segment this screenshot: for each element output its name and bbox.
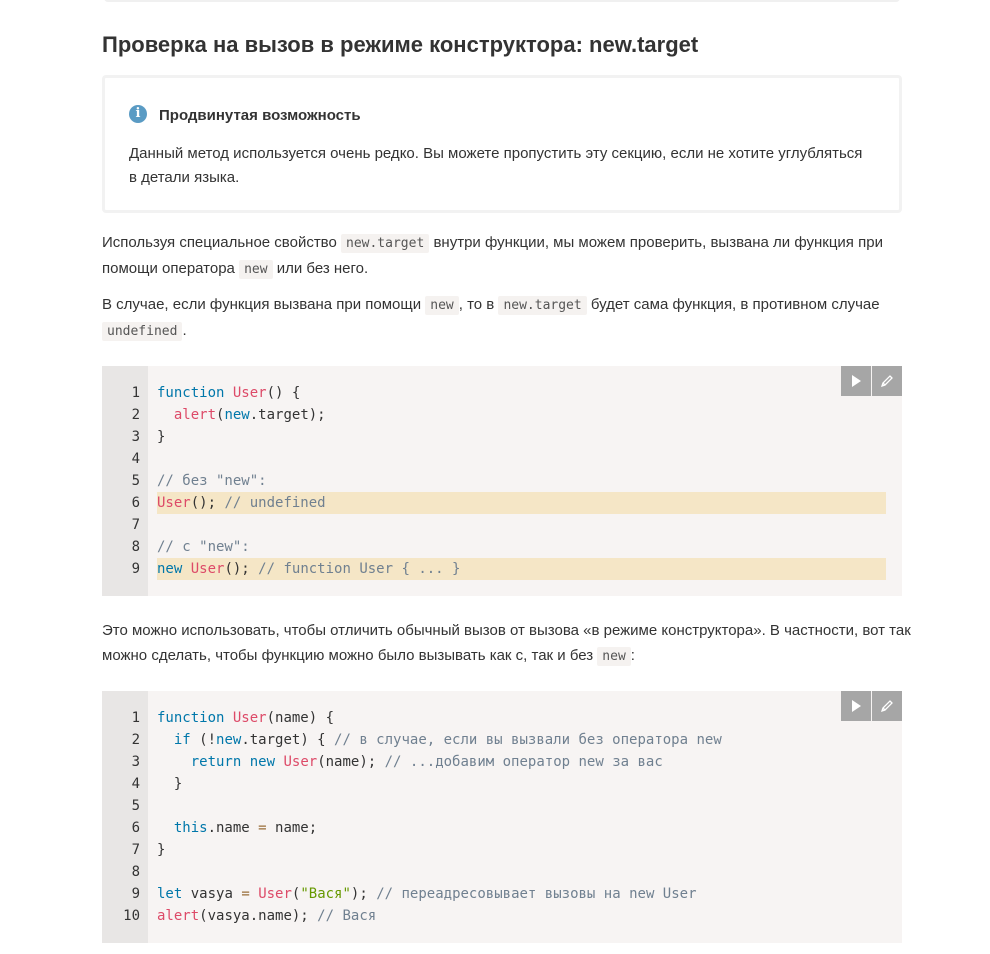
code-text: alert(vasya.name); // Вася [157,908,377,924]
advanced-note: i Продвинутая возможность Данный метод и… [102,75,902,213]
paragraph-2: В случае, если функция вызвана при помощ… [102,296,880,341]
code-text: if (!new.target) { // в случае, если вы … [173,732,722,748]
code-text: // с "new": [157,539,250,555]
code-line: 5 [102,795,886,817]
code-line: 9 let vasya = User("Вася"); // переадресо… [102,883,886,905]
line-number: 5 [131,798,140,814]
line-number: 5 [131,473,140,489]
line-number: 3 [131,754,140,770]
code-line: 3} [102,426,886,448]
note-title: Продвинутая возможность [159,107,361,124]
code-text: new User(); // function User { ... } [157,558,886,580]
line-number: 8 [131,864,140,880]
code-line: 4 } [102,773,886,795]
code-line: 9 new User(); // function User { ... } [102,558,886,580]
code-text: User(); // undefined [157,492,886,514]
code-text: function User() { [157,385,301,401]
code-line: 5 // без "new": [102,470,886,492]
inline-code: undefined [102,322,183,341]
code-text: function User(name) { [157,710,335,726]
line-number: 7 [131,517,140,533]
note-text: Данный метод используется очень редко. В… [129,145,863,186]
line-number: 4 [131,451,140,467]
line-number: 2 [131,732,140,748]
code-text: // без "new": [157,473,267,489]
code-line: 6 this.name = name; [102,817,886,839]
line-number: 8 [131,539,140,555]
inline-code: new [425,296,459,315]
line-number: 4 [131,776,140,792]
code-line: 8 [102,861,886,883]
line-number: 9 [131,886,140,902]
paragraph-3: Это можно использовать, чтобы отличить о… [102,622,911,666]
code-line: 8 // с "new": [102,536,886,558]
code-line: 6 User(); // undefined [102,492,886,514]
info-icon: i [129,105,147,123]
code-line: 10 alert(vasya.name); // Вася [102,905,886,927]
line-number: 10 [123,908,140,924]
inline-code: new.target [341,234,430,253]
line-number: 6 [131,820,140,836]
code-text: } [157,842,166,858]
line-number: 2 [131,407,140,423]
paragraph-1: Используя специальное свойство new.targe… [102,234,883,279]
code-line: 2 if (!new.target) { // в случае, если в… [102,729,886,751]
code-text: return new User(name); // ...добавим опе… [190,754,663,770]
code-line: 1 function User(name) { [102,707,886,729]
code-line: 3 return new User(name); // ...добавим о… [102,751,886,773]
inline-code: new.target [498,296,587,315]
line-number: 1 [131,710,140,726]
line-number: 3 [131,429,140,445]
code-line: 4 [102,448,886,470]
inline-code: new [239,260,273,279]
code-text: this.name = name; [173,820,318,836]
code-line: 1 function User() { [102,382,886,404]
code-example-2[interactable]: 1 function User(name) { 2 if (!new.target)… [102,691,902,943]
inline-code: new [597,647,631,666]
code-text: } [157,429,166,445]
line-number: 1 [131,385,140,401]
section-heading: Проверка на вызов в режиме конструктора:… [102,32,699,57]
code-text: let vasya = User("Вася"); // переадресов… [157,886,697,902]
line-number: 9 [131,561,140,577]
code-line: 2 alert(new.target); [102,404,886,426]
code-line: 7} [102,839,886,861]
code-example-1[interactable]: 1 function User() {2 alert(new.target); 3}… [102,366,902,596]
code-text: } [157,776,183,792]
code-text: alert(new.target); [173,407,326,423]
code-line: 7 [102,514,886,536]
previous-block-edge [104,0,900,2]
line-number: 7 [131,842,140,858]
line-number: 6 [131,495,140,511]
